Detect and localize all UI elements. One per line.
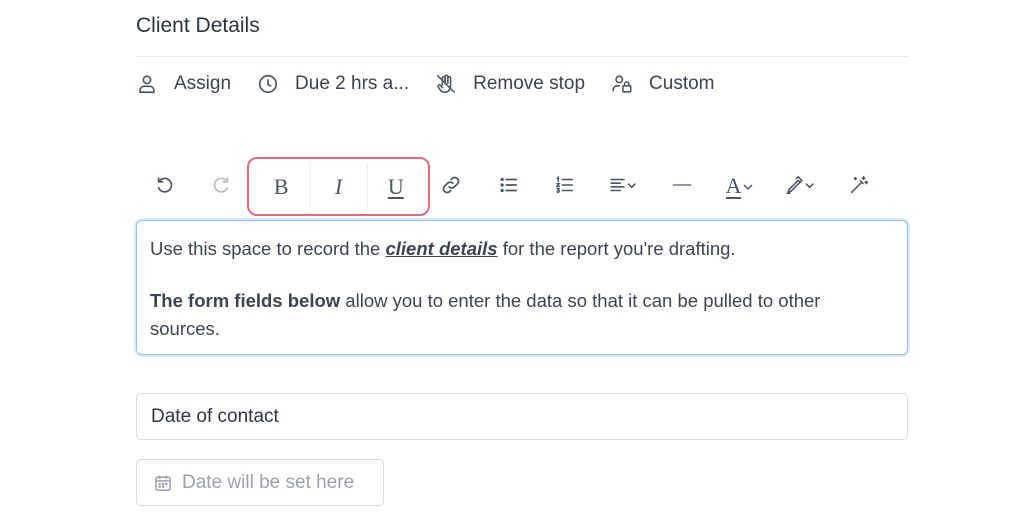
assign-label: Assign (174, 73, 232, 94)
remove-stop-button[interactable]: Remove stop (435, 73, 585, 95)
bullet-list-icon (498, 174, 520, 201)
horizontal-rule-icon (671, 174, 693, 201)
highlight-icon (783, 174, 817, 201)
due-date-label: Due 2 hrs a... (295, 73, 410, 94)
redo-icon (210, 174, 232, 201)
format-highlight-outline (247, 157, 430, 216)
emphasized-text: client details (385, 238, 498, 259)
field-label: Date of contact (151, 405, 279, 427)
bullet-list-button[interactable] (494, 158, 524, 216)
user-lock-icon (611, 73, 633, 95)
assign-button[interactable]: Assign (136, 73, 231, 95)
bold-text: The form fields below (150, 290, 341, 311)
calendar-icon (153, 473, 173, 493)
section-title: Client Details (136, 14, 260, 37)
text-color-dropdown[interactable]: A (722, 158, 758, 216)
text-color-icon: A (725, 175, 755, 199)
editor-paragraph: The form fields below allow you to enter… (150, 290, 821, 339)
user-icon (136, 73, 158, 95)
link-button[interactable] (436, 158, 466, 216)
redo-button[interactable] (206, 158, 236, 216)
date-of-contact-field[interactable]: Date of contact (136, 393, 908, 440)
horizontal-rule-button[interactable] (668, 158, 696, 216)
remove-stop-label: Remove stop (473, 73, 586, 94)
highlight-dropdown[interactable] (780, 158, 820, 216)
numbered-list-button[interactable] (550, 158, 580, 216)
magic-wand-icon (848, 174, 870, 201)
due-date-button[interactable]: Due 2 hrs a... (257, 73, 409, 95)
magic-wand-button[interactable] (844, 158, 874, 216)
numbered-list-icon (554, 174, 576, 201)
divider (136, 56, 908, 57)
link-icon (440, 174, 462, 201)
undo-icon (154, 174, 176, 201)
hand-stop-icon (435, 73, 457, 95)
clock-icon (257, 73, 279, 95)
undo-button[interactable] (150, 158, 180, 216)
align-dropdown[interactable] (604, 158, 644, 216)
align-icon (608, 174, 640, 201)
custom-button[interactable]: Custom (611, 73, 715, 95)
custom-label: Custom (649, 73, 715, 94)
date-picker-button[interactable]: Date will be set here (136, 459, 384, 506)
action-bar: Assign Due 2 hrs a... Remove stop Custom (136, 68, 741, 100)
rich-text-editor[interactable]: Use this space to record the client deta… (136, 220, 908, 355)
date-placeholder: Date will be set here (182, 471, 355, 493)
editor-paragraph: Use this space to record the client deta… (150, 238, 736, 259)
